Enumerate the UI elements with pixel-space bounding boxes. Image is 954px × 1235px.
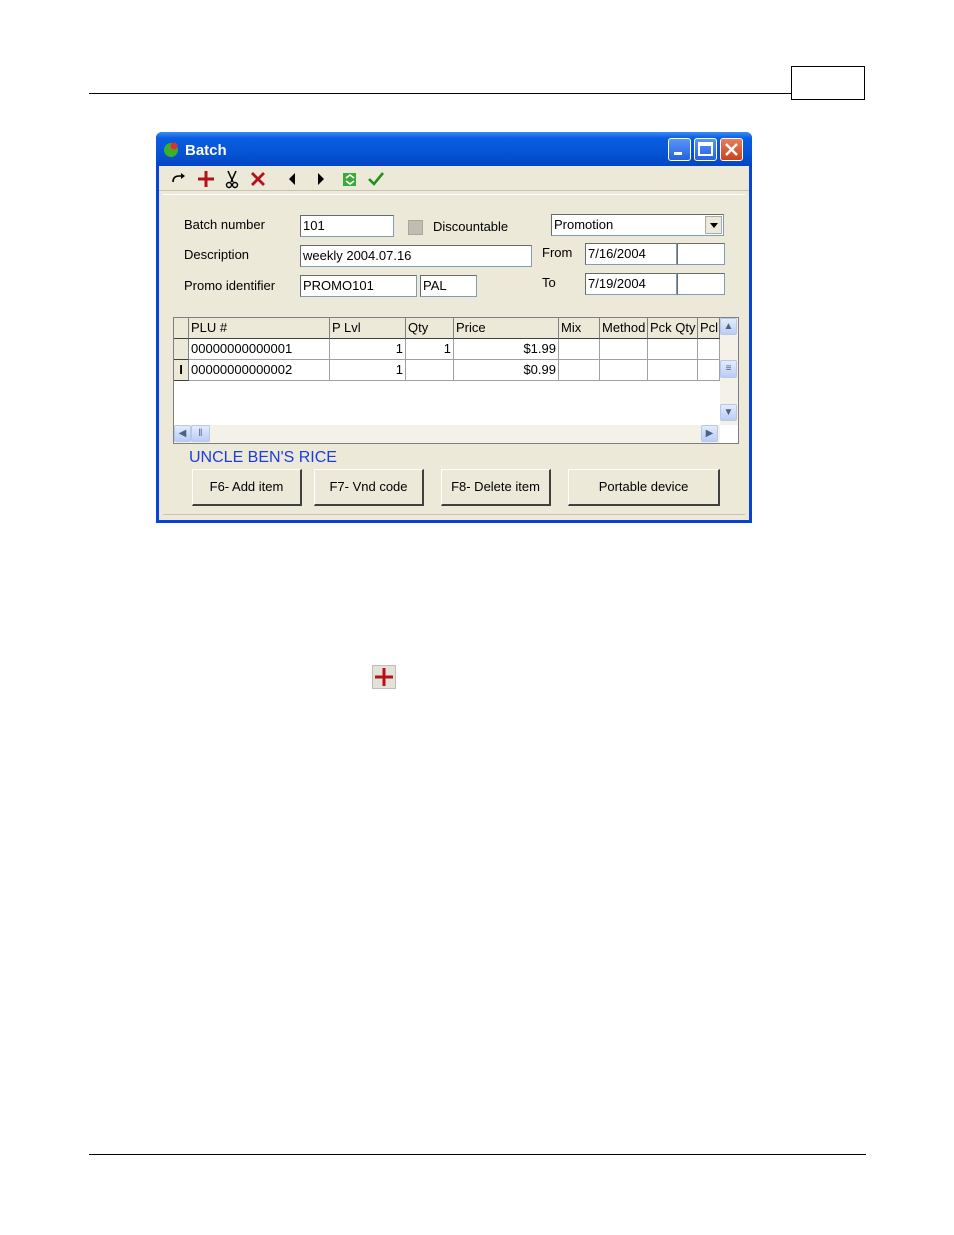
batch-number-input[interactable]: 101 [300, 215, 394, 237]
from-date-input[interactable]: 7/16/2004 [585, 243, 677, 265]
discountable-checkbox[interactable] [408, 220, 423, 235]
table-row-qty[interactable] [406, 360, 454, 381]
column-header[interactable]: PLU # [189, 318, 330, 339]
column-header[interactable]: Method [600, 318, 648, 339]
scroll-thumb[interactable]: ≡ [720, 360, 737, 378]
minimize-icon [674, 152, 682, 155]
row-indicator[interactable] [174, 339, 189, 360]
page-number-box [791, 66, 865, 100]
vertical-scrollbar[interactable]: ▲ ≡ ▼ [720, 318, 738, 425]
batch-number-label: Batch number [184, 217, 265, 232]
table-row-qty[interactable]: 1 [406, 339, 454, 360]
add-icon[interactable] [196, 169, 216, 189]
column-header[interactable]: Mix [559, 318, 600, 339]
table-row-mix[interactable] [559, 360, 600, 381]
batch-type-select[interactable]: Promotion [551, 214, 724, 236]
table-row-plu[interactable]: 00000000000001 [189, 339, 330, 360]
table-row-pcl[interactable] [698, 360, 720, 381]
discountable-label: Discountable [433, 219, 509, 234]
row-indicator[interactable]: I [174, 360, 189, 381]
app-icon [164, 142, 178, 157]
description-label: Description [184, 247, 250, 262]
scroll-up-icon[interactable]: ▲ [720, 318, 737, 335]
minimize-button[interactable] [668, 138, 691, 161]
items-grid[interactable]: PLU # P Lvl Qty Price Mix Method Pck Qty… [173, 317, 739, 444]
add-icon [375, 668, 393, 686]
prev-icon[interactable] [283, 169, 303, 189]
add-icon-sample [372, 665, 396, 689]
cut-icon[interactable] [222, 169, 242, 189]
toolbar [159, 166, 749, 191]
scroll-right-icon[interactable]: ▶ [701, 425, 718, 442]
promo-identifier-input[interactable]: PROMO101 [300, 275, 417, 297]
table-row-method[interactable] [600, 339, 648, 360]
table-row-pckqty[interactable] [648, 339, 698, 360]
to-date-input[interactable]: 7/19/2004 [585, 273, 677, 295]
table-row-price[interactable]: $1.99 [454, 339, 559, 360]
column-header[interactable]: Qty [406, 318, 454, 339]
from-time-input[interactable] [677, 243, 725, 265]
column-header[interactable]: Pck Qty [648, 318, 698, 339]
maximize-icon [698, 142, 713, 156]
scroll-left-icon[interactable]: ◀ [174, 425, 191, 442]
add-item-button[interactable]: F6- Add item [192, 469, 302, 506]
delete-icon[interactable] [248, 169, 268, 189]
close-button[interactable] [720, 138, 743, 161]
description-input[interactable]: weekly 2004.07.16 [300, 245, 532, 267]
table-row-plvl[interactable]: 1 [330, 360, 406, 381]
title-bar[interactable]: Batch [156, 132, 752, 166]
batch-type-value: Promotion [554, 217, 614, 232]
table-row-pckqty[interactable] [648, 360, 698, 381]
to-label: To [542, 275, 556, 290]
table-row-plu[interactable]: 00000000000002 [189, 360, 330, 381]
table-row-mix[interactable] [559, 339, 600, 360]
column-header[interactable]: Pcl [698, 318, 720, 339]
delete-item-button[interactable]: F8- Delete item [441, 469, 551, 506]
footer-rule [89, 1154, 866, 1155]
table-row-plvl[interactable]: 1 [330, 339, 406, 360]
table-row-method[interactable] [600, 360, 648, 381]
status-divider [163, 514, 745, 515]
promo-code-input[interactable]: PAL [420, 275, 477, 297]
maximize-button[interactable] [694, 138, 717, 161]
table-row-pcl[interactable] [698, 339, 720, 360]
window-title: Batch [185, 142, 227, 159]
from-label: From [542, 245, 573, 260]
close-icon [725, 143, 738, 156]
next-icon[interactable] [310, 169, 330, 189]
portable-device-button[interactable]: Portable device [568, 469, 720, 506]
scroll-down-icon[interactable]: ▼ [720, 404, 737, 421]
selected-item-name: UNCLE BEN'S RICE [189, 449, 337, 466]
refresh-icon[interactable] [340, 169, 360, 189]
header-rule [89, 93, 791, 94]
horizontal-scrollbar[interactable]: ◀ ‖ ▶ [174, 425, 720, 443]
scroll-thumb[interactable]: ‖ [191, 425, 210, 442]
column-header[interactable]: Price [454, 318, 559, 339]
column-header[interactable]: P Lvl [330, 318, 406, 339]
confirm-icon[interactable] [366, 169, 386, 189]
promo-identifier-label: Promo identifier [184, 278, 276, 293]
redo-icon[interactable] [169, 169, 189, 189]
to-time-input[interactable] [677, 273, 725, 295]
chevron-down-icon[interactable] [705, 216, 722, 234]
table-row-price[interactable]: $0.99 [454, 360, 559, 381]
vnd-code-button[interactable]: F7- Vnd code [314, 469, 424, 506]
grid-corner [174, 318, 189, 339]
